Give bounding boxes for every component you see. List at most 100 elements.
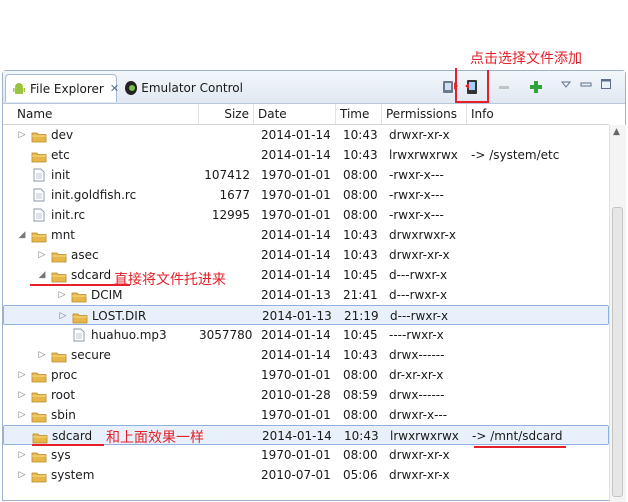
expand-toggle-icon[interactable]: ▷ [17,465,27,485]
file-size [199,465,254,485]
table-row[interactable]: init.goldfish.rc 1677 1970-01-01 08:00 -rwxr… [3,185,609,205]
file-date: 2014-01-14 [262,429,332,443]
table-row[interactable]: ▷ sys 1970-01-01 08:00 drwxr-xr-x [3,445,609,465]
table-row[interactable]: etc 2014-01-14 10:43 lrwxrwxrwx -> /system/e… [3,145,609,165]
table-row[interactable]: ▷ dev 2014-01-14 10:43 drwxr-xr-x [3,125,609,145]
file-name: sbin [51,408,76,422]
file-name: system [51,468,95,482]
scroll-up-icon[interactable]: ▲ [613,127,620,137]
folder-icon [31,389,47,403]
expand-toggle-icon[interactable]: ◢ [37,265,47,285]
column-name[interactable]: Name [13,104,199,124]
table-row[interactable]: ▷ proc 1970-01-01 08:00 dr-xr-xr-x [3,365,609,385]
expand-toggle-icon[interactable]: ▷ [58,306,68,326]
table-row[interactable]: init 107412 1970-01-01 08:00 -rwxr-x--- [3,165,609,185]
file-time: 08:00 [343,188,378,202]
expand-toggle-icon[interactable]: ▷ [37,245,47,265]
file-date: 1970-01-01 [261,168,331,182]
table-row[interactable]: ▷ system 2010-07-01 05:06 drwxr-xr-x [3,465,609,485]
file-name: init.goldfish.rc [51,188,137,202]
file-date: 2010-01-28 [261,388,331,402]
file-size: 12995 [211,208,250,222]
file-time: 08:00 [343,408,378,422]
file-permissions: drwxr-xr-x [389,128,450,142]
table-row[interactable]: ◢ mnt 2014-01-14 10:43 drwxrwxr-x [3,225,609,245]
expand-toggle-icon[interactable]: ▷ [17,365,27,385]
expand-toggle-icon[interactable]: ▷ [17,445,27,465]
table-row[interactable]: ▷ secure 2014-01-14 10:43 drwx------ [3,345,609,365]
close-icon[interactable]: ✕ [110,82,119,95]
column-date[interactable]: Date [254,104,336,124]
file-time: 10:45 [343,328,378,342]
table-row[interactable]: sdcard 2014-01-14 10:43 lrwxrwxrwx -> /mnt/s… [3,425,609,445]
expand-toggle-icon[interactable]: ▷ [17,405,27,425]
info-underline [474,446,566,448]
file-permissions: -rwxr-x--- [389,188,444,202]
push-highlight-icon [455,68,489,103]
table-row[interactable]: huahuo.mp3 3057780 2014-01-14 10:45 ----rwxr… [3,325,609,345]
file-name: dev [51,128,74,142]
tab-label: File Explorer [30,81,104,96]
column-permissions[interactable]: Permissions [382,104,467,124]
maximize-icon[interactable] [597,75,615,93]
table-row[interactable]: ▷ LOST.DIR 2014-01-13 21:19 d---rwxr-x [3,305,609,325]
table-row[interactable]: ▷ sbin 1970-01-01 08:00 drwxr-x--- [3,405,609,425]
file-permissions: drwxr-xr-x [389,448,450,462]
expand-toggle-icon[interactable]: ▷ [17,125,27,145]
minus-icon[interactable] [495,78,513,96]
column-size[interactable]: Size [199,104,254,124]
file-permissions: d---rwxr-x [389,288,448,302]
minimize-icon[interactable] [577,75,595,93]
file-permissions: drwxrwxr-x [389,228,456,242]
tab-file-explorer[interactable]: File Explorer ✕ [5,74,119,102]
scroll-thumb[interactable] [612,207,623,497]
tab-label: Emulator Control [141,81,243,95]
file-icon [33,168,45,182]
file-time: 08:00 [343,368,378,382]
file-time: 10:45 [343,268,378,282]
file-permissions: drwx------ [389,348,445,362]
file-date: 1970-01-01 [261,188,331,202]
folder-icon [72,310,88,324]
column-time[interactable]: Time [336,104,382,124]
sdcard-underline [32,444,104,446]
table-row[interactable]: ◢ sdcard 2014-01-14 10:45 d---rwxr-x [3,265,609,285]
view-menu-icon[interactable] [557,75,575,93]
file-date: 2014-01-14 [261,148,331,162]
file-time: 10:43 [343,148,378,162]
folder-icon [51,249,67,263]
file-name: sdcard [52,429,93,443]
file-time: 10:43 [343,128,378,142]
plus-icon[interactable] [527,78,545,96]
expand-toggle-icon[interactable]: ◢ [17,225,27,245]
table-row[interactable]: init.rc 12995 1970-01-01 08:00 -rwxr-x--- [3,205,609,225]
file-name: mnt [51,228,75,242]
drag-underline [30,284,130,286]
column-info[interactable]: Info [467,104,609,124]
folder-icon [32,430,48,444]
drag-annotation: 直接将文件托进来 [114,272,226,288]
push-annotation: 点击选择文件添加 [470,51,582,67]
file-permissions: drwxr-xr-x [389,248,450,262]
file-date: 2014-01-14 [261,228,331,242]
file-size [199,385,254,405]
file-date: 1970-01-01 [261,368,331,382]
file-date: 2014-01-13 [262,309,332,323]
tab-emulator-control[interactable]: Emulator Control [119,74,249,102]
file-date: 2014-01-13 [261,288,331,302]
file-date: 2014-01-14 [261,128,331,142]
table-row[interactable]: ▷ DCIM 2014-01-13 21:41 d---rwxr-x [3,285,609,305]
expand-toggle-icon[interactable]: ▷ [57,285,67,305]
file-name: secure [71,348,111,362]
file-permissions: drwxr-xr-x [389,468,450,482]
file-size [200,426,255,446]
file-time: 21:19 [344,309,379,323]
file-size [200,306,255,326]
expand-toggle-icon[interactable]: ▷ [37,345,47,365]
file-info: -> /system/etc [471,148,560,162]
folder-icon [31,469,47,483]
expand-toggle-icon[interactable]: ▷ [17,385,27,405]
table-row[interactable]: ▷ root 2010-01-28 08:59 drwx------ [3,385,609,405]
table-row[interactable]: ▷ asec 2014-01-14 10:43 drwxr-xr-x [3,245,609,265]
vertical-scrollbar[interactable]: ▲ [609,125,626,502]
